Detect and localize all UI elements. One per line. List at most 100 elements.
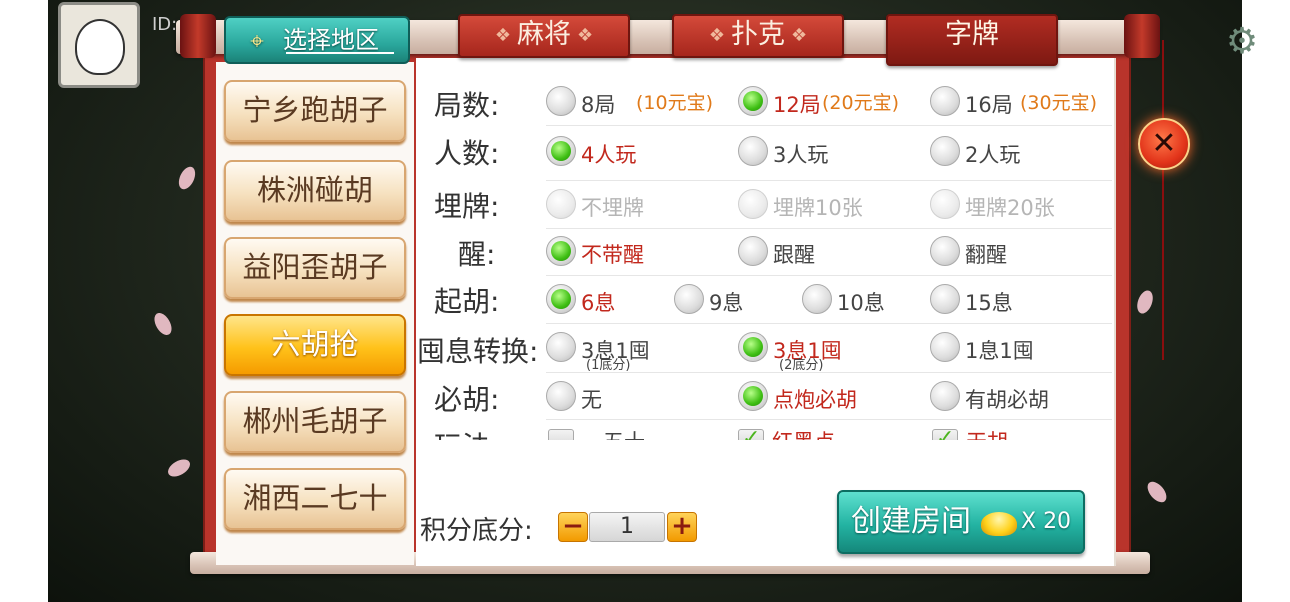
row-divider (546, 180, 1112, 181)
rounds-12-text: 12局 (773, 93, 821, 117)
bihu-none-text: 无 (581, 388, 602, 412)
cost-multiplier: X 20 (1021, 509, 1072, 534)
bihu-youhu-radio[interactable] (930, 381, 960, 411)
avatar[interactable] (58, 2, 140, 88)
game-item-ningxiang[interactable]: 宁乡跑胡子 (224, 80, 406, 142)
qihu-6-text: 6息 (581, 291, 616, 315)
xing-label: 醒: (458, 238, 496, 271)
players-3-radio[interactable] (738, 136, 768, 166)
bury-none-text: 不埋牌 (581, 196, 644, 220)
conversion-c-text: 1息1囤 (965, 339, 1034, 363)
rounds-12-radio[interactable] (738, 86, 768, 116)
players-4-text: 4人玩 (581, 143, 637, 167)
conversion-c-radio[interactable] (930, 332, 960, 362)
qihu-9-text: 9息 (709, 291, 744, 315)
select-region-tab[interactable]: ⌖ 选择地区 (224, 16, 410, 64)
qihu-10-text: 10息 (837, 291, 885, 315)
score-plus-button[interactable]: + (667, 512, 697, 542)
bury-20-radio[interactable] (930, 189, 960, 219)
rounds-16-text: 16局 (965, 93, 1013, 117)
play-hongheidian-text: 红黑点 (772, 426, 835, 440)
xing-flip-radio[interactable] (930, 236, 960, 266)
xing-follow-text: 跟醒 (773, 243, 815, 267)
play-label: 玩法: (434, 425, 499, 440)
play-tianhu-text: 天胡 (966, 426, 1008, 440)
tab-zipai-label: 字牌 (945, 19, 999, 50)
play-row-clip: 玩法: 一五十 红黑点 天胡 (416, 425, 1116, 440)
players-label: 人数: (434, 137, 500, 170)
score-minus-button[interactable]: − (558, 512, 588, 542)
qihu-10-radio[interactable] (802, 284, 832, 314)
qihu-6-radio[interactable] (546, 284, 576, 314)
conversion-b-sub: (2底分) (779, 358, 824, 373)
bihu-none-radio[interactable] (546, 381, 576, 411)
rounds-label: 局数: (434, 89, 500, 122)
select-region-label: 选择地区 (283, 26, 379, 54)
gear-icon[interactable]: ⚙ (1222, 22, 1262, 62)
bihu-dianpao-radio[interactable] (738, 381, 768, 411)
game-item-chenzhou[interactable]: 郴州毛胡子 (224, 391, 406, 453)
row-divider (546, 419, 1112, 420)
conversion-label: 囤息转换: (417, 335, 539, 368)
qihu-label: 起胡: (434, 285, 500, 318)
game-item-zhuzhou[interactable]: 株洲碰胡 (224, 160, 406, 222)
tab-poker[interactable]: ❖ 扑克 ❖ (672, 14, 844, 58)
rounds-8-radio[interactable] (546, 86, 576, 116)
create-room-button[interactable]: 创建房间 X 20 (837, 490, 1085, 554)
play-hongheidian-checkbox[interactable] (738, 426, 764, 440)
play-tianhu-checkbox[interactable] (932, 426, 958, 440)
tab-zipai[interactable]: 字牌 (886, 14, 1058, 66)
players-4-radio[interactable] (546, 136, 576, 166)
row-divider (546, 275, 1112, 276)
qihu-15-radio[interactable] (930, 284, 960, 314)
bury-none-radio[interactable] (546, 189, 576, 219)
rounds-8-text: 8局 (581, 93, 616, 117)
play-yiwushi-checkbox[interactable] (548, 429, 574, 440)
row-divider (546, 228, 1112, 229)
game-item-label: 湘西二七十 (242, 481, 388, 515)
players-2-text: 2人玩 (965, 143, 1021, 167)
xing-none-text: 不带醒 (581, 243, 644, 267)
bury-10-radio[interactable] (738, 189, 768, 219)
xing-follow-radio[interactable] (738, 236, 768, 266)
rounds-16-radio[interactable] (930, 86, 960, 116)
qihu-9-radio[interactable] (674, 284, 704, 314)
conversion-b-radio[interactable] (738, 332, 768, 362)
tab-mahjong-label: 麻将 (517, 19, 571, 50)
xing-none-radio[interactable] (546, 236, 576, 266)
conversion-a-radio[interactable] (546, 332, 576, 362)
rounds-8-cost: (10元宝) (636, 92, 714, 114)
gold-ingot-icon (981, 512, 1017, 536)
bury-20-text: 埋牌20张 (965, 196, 1055, 220)
rounds-12-cost: (20元宝) (822, 92, 900, 114)
game-item-label: 郴州毛胡子 (242, 404, 388, 438)
avatar-face-icon (75, 19, 125, 75)
players-2-radio[interactable] (930, 136, 960, 166)
close-button[interactable]: ✕ (1138, 118, 1190, 170)
create-room-label: 创建房间 (851, 504, 971, 539)
close-icon: ✕ (1151, 126, 1177, 161)
tab-poker-label: 扑克 (731, 19, 785, 50)
play-yiwushi-text: 一五十 (582, 426, 645, 440)
game-item-label: 株洲碰胡 (256, 173, 373, 207)
row-divider (546, 372, 1112, 373)
game-item-label: 宁乡跑胡子 (242, 93, 388, 127)
game-item-liuhuqiang[interactable]: 六胡抢 (224, 314, 406, 376)
tab-mahjong[interactable]: ❖ 麻将 ❖ (458, 14, 630, 58)
user-id-label: ID: (152, 14, 178, 35)
scroll-rod-right (1124, 14, 1160, 58)
players-3-text: 3人玩 (773, 143, 829, 167)
row-divider (546, 323, 1112, 324)
game-item-xiangxi[interactable]: 湘西二七十 (224, 468, 406, 530)
bihu-label: 必胡: (434, 383, 500, 416)
scroll-rod-left (180, 14, 216, 58)
bury-10-text: 埋牌10张 (773, 196, 863, 220)
game-item-yiyang[interactable]: 益阳歪胡子 (224, 237, 406, 299)
ornament-icon: ❖ (577, 24, 594, 46)
score-label: 积分底分: (420, 516, 533, 546)
row-divider (546, 125, 1112, 126)
score-value[interactable]: 1 (589, 512, 665, 542)
bury-label: 埋牌: (434, 190, 500, 223)
region-tab-underline (286, 52, 394, 54)
xing-flip-text: 翻醒 (965, 243, 1007, 267)
